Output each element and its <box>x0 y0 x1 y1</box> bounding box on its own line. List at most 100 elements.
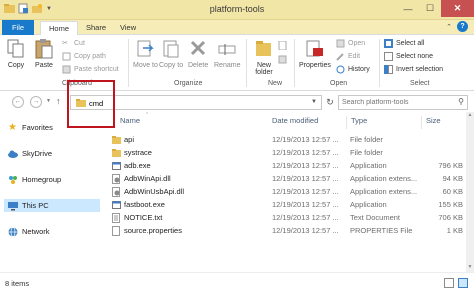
cut-button[interactable]: ✂ Cut <box>62 39 85 48</box>
file-date: 12/19/2013 12:57 ... <box>272 174 339 183</box>
forward-button[interactable]: → <box>30 96 42 108</box>
item-count: 8 items <box>5 279 30 288</box>
up-arrow-icon[interactable]: ↑ <box>56 96 61 106</box>
file-date: 12/19/2013 12:57 ... <box>272 161 339 170</box>
sidebar-item-skydrive[interactable]: SkyDrive <box>8 147 52 160</box>
tab-home[interactable]: Home <box>40 21 79 36</box>
file-name: adb.exe <box>124 161 151 170</box>
search-box[interactable]: ⚲ <box>338 95 468 110</box>
file-type: Application extens... <box>350 174 418 183</box>
scroll-up-icon[interactable]: ▲ <box>466 112 474 120</box>
file-date: 12/19/2013 12:57 ... <box>272 148 339 157</box>
organize-group-label: Organize <box>174 80 203 87</box>
refresh-button[interactable]: ↻ <box>324 95 336 110</box>
file-size: 1 KB <box>446 226 463 235</box>
select-all-button[interactable]: Select all <box>384 39 424 48</box>
copy-button[interactable]: Copy <box>6 38 26 69</box>
easy-access-button[interactable] <box>278 55 287 64</box>
rename-button[interactable]: Rename <box>214 38 240 69</box>
copy-label: Copy <box>7 62 25 69</box>
collapse-ribbon-icon[interactable]: ⌃ <box>446 23 452 31</box>
search-icon[interactable]: ⚲ <box>458 97 464 106</box>
table-row[interactable]: AdbWinUsbApi.dll 12/19/2013 12:57 ... Ap… <box>105 186 465 198</box>
column-header-name[interactable]: Name <box>120 116 140 129</box>
recent-locations-icon[interactable]: ▼ <box>46 98 51 104</box>
new-folder-label: New folder <box>255 62 273 76</box>
invert-selection-button[interactable]: Invert selection <box>384 65 443 74</box>
paste-shortcut-button[interactable]: Paste shortcut <box>62 65 119 74</box>
table-row[interactable]: source.properties 12/19/2013 12:57 ... P… <box>105 225 465 237</box>
sidebar-item-label: This PC <box>22 201 49 210</box>
navigation-pane: ★ Favorites SkyDrive Homegroup This PC N… <box>0 112 105 272</box>
new-item-button[interactable] <box>278 41 287 50</box>
select-all-label: Select all <box>396 40 425 47</box>
file-type: PROPERTIES File <box>350 226 413 235</box>
column-header-date[interactable]: Date modified <box>272 116 318 129</box>
properties-button[interactable]: Properties <box>299 38 331 69</box>
open-button[interactable]: Open <box>336 39 365 48</box>
file-date: 12/19/2013 12:57 ... <box>272 226 339 235</box>
properties-icon <box>306 40 323 57</box>
tab-share[interactable]: Share <box>78 21 114 35</box>
paste-button[interactable]: Paste <box>34 38 54 69</box>
file-name: systrace <box>124 148 152 157</box>
help-icon[interactable]: ? <box>457 21 468 32</box>
file-date: 12/19/2013 12:57 ... <box>272 187 339 196</box>
cloud-icon <box>8 149 18 159</box>
maximize-button[interactable]: ☐ <box>419 0 441 17</box>
move-to-icon <box>137 40 155 57</box>
column-header-type[interactable]: Type <box>346 116 367 129</box>
table-row[interactable]: adb.exe 12/19/2013 12:57 ... Application… <box>105 160 465 172</box>
open-icon <box>336 39 345 48</box>
back-button[interactable]: ← <box>12 96 24 108</box>
ribbon-divider <box>379 39 380 87</box>
table-row[interactable]: AdbWinApi.dll 12/19/2013 12:57 ... Appli… <box>105 173 465 185</box>
edit-button[interactable]: Edit <box>336 52 360 61</box>
table-row[interactable]: fastboot.exe 12/19/2013 12:57 ... Applic… <box>105 199 465 211</box>
new-folder-icon <box>256 41 271 56</box>
file-name: source.properties <box>124 226 182 235</box>
file-name: AdbWinUsbApi.dll <box>124 187 185 196</box>
table-row[interactable]: NOTICE.txt 12/19/2013 12:57 ... Text Doc… <box>105 212 465 224</box>
minimize-button[interactable]: — <box>397 0 419 17</box>
open-group-label: Open <box>330 80 348 87</box>
column-header-size[interactable]: Size <box>421 116 441 129</box>
details-view-icon[interactable] <box>444 278 454 288</box>
new-item-icon <box>278 41 287 50</box>
search-input[interactable] <box>342 99 467 106</box>
tab-file[interactable]: File <box>2 20 34 35</box>
copy-icon <box>7 39 24 58</box>
copy-to-icon <box>163 40 179 58</box>
scroll-down-icon[interactable]: ▼ <box>466 264 474 272</box>
vertical-scrollbar[interactable]: ▲ ▼ <box>466 112 474 272</box>
paste-icon <box>35 39 53 59</box>
tab-view[interactable]: View <box>112 21 144 35</box>
move-to-button[interactable]: Move to <box>133 38 158 69</box>
open-label: Open <box>348 40 366 47</box>
sidebar-item-network[interactable]: Network <box>8 225 50 238</box>
status-bar: 8 items <box>0 272 474 293</box>
copy-path-button[interactable]: Copy path <box>62 52 106 61</box>
paste-shortcut-icon <box>62 65 71 74</box>
chevron-down-icon[interactable]: ▼ <box>311 99 317 105</box>
new-folder-button[interactable]: New folder <box>251 38 277 76</box>
network-icon <box>8 226 18 237</box>
file-type: Application extens... <box>350 187 418 196</box>
pc-icon <box>8 201 18 211</box>
delete-button[interactable]: Delete <box>188 38 208 69</box>
sidebar-item-homegroup[interactable]: Homegroup <box>8 173 61 186</box>
history-icon <box>336 65 345 74</box>
copy-path-label: Copy path <box>74 53 106 60</box>
large-icons-view-icon[interactable] <box>458 278 468 288</box>
sidebar-item-favorites[interactable]: ★ Favorites <box>8 121 53 134</box>
history-button[interactable]: History <box>336 65 370 74</box>
copy-to-button[interactable]: Copy to <box>159 38 183 69</box>
select-none-button[interactable]: Select none <box>384 52 433 61</box>
table-row[interactable]: systrace 12/19/2013 12:57 ... File folde… <box>105 147 465 159</box>
file-type: Application <box>350 200 387 209</box>
close-button[interactable]: ✕ <box>441 0 474 17</box>
delete-label: Delete <box>188 62 209 69</box>
sidebar-item-this-pc[interactable]: This PC <box>4 199 100 212</box>
exe-icon <box>112 201 121 209</box>
table-row[interactable]: api 12/19/2013 12:57 ... File folder <box>105 134 465 146</box>
